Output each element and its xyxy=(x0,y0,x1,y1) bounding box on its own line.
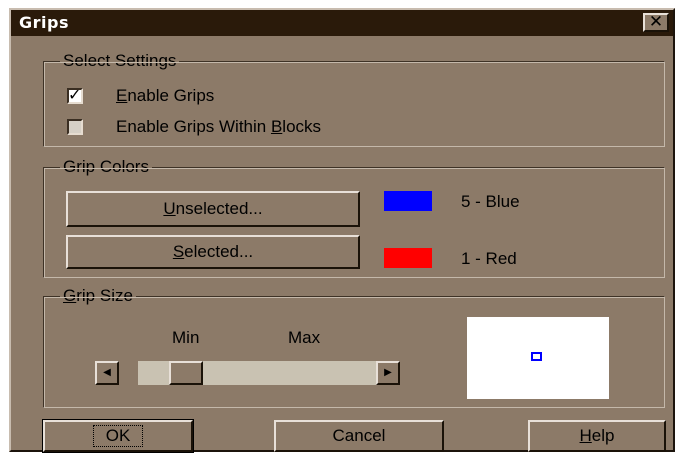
unselected-color-swatch xyxy=(384,191,432,211)
selected-color-button[interactable]: Selected... xyxy=(66,235,360,269)
unselected-button-label: Unselected... xyxy=(163,199,263,218)
selected-button-label: Selected... xyxy=(172,242,254,261)
cancel-button[interactable]: Cancel xyxy=(274,420,444,452)
ok-button-label: OK xyxy=(45,425,191,447)
enable-grips-label-rest: nable Grips xyxy=(127,86,215,105)
slider-min-label: Min xyxy=(172,328,200,347)
close-button[interactable]: ✕ xyxy=(643,12,669,32)
grip-size-preview xyxy=(467,317,609,399)
slider-max-label: Max xyxy=(288,328,321,347)
right-arrow-icon: ▶ xyxy=(384,367,392,378)
cancel-button-label: Cancel xyxy=(332,426,386,445)
slider-left-button[interactable]: ◀ xyxy=(95,361,119,385)
enable-grips-within-blocks-checkbox[interactable] xyxy=(67,119,83,135)
grip-preview-square xyxy=(531,352,542,361)
enable-grips-within-blocks-label[interactable]: Enable Grips Within Blocks xyxy=(116,117,321,137)
enable-grips-checkbox[interactable]: ✓ xyxy=(67,85,83,104)
slider-right-button[interactable]: ▶ xyxy=(376,361,400,385)
enable-grips-label[interactable]: Enable Grips xyxy=(116,86,214,106)
close-icon: ✕ xyxy=(648,12,664,32)
grip-colors-legend: Grip Colors xyxy=(60,157,152,177)
unselected-color-button[interactable]: Unselected... xyxy=(66,191,360,227)
ok-button[interactable]: OK xyxy=(42,419,194,453)
dialog-title: Grips xyxy=(19,13,69,32)
grip-size-legend: Grip Size xyxy=(60,286,136,306)
enable-grips-label-mnemonic: E xyxy=(116,86,128,105)
selected-color-swatch xyxy=(384,248,432,268)
left-arrow-icon: ◀ xyxy=(103,367,111,378)
ok-focus-label: OK xyxy=(92,425,144,447)
grip-size-slider-thumb[interactable] xyxy=(168,361,203,385)
help-button[interactable]: Help xyxy=(528,420,666,452)
select-settings-legend: Select Settings xyxy=(60,51,180,71)
selected-color-name: 1 - Red xyxy=(461,249,517,268)
title-bar[interactable]: Grips ✕ xyxy=(11,10,673,36)
checkmark-icon: ✓ xyxy=(68,85,82,104)
help-button-label: Help xyxy=(579,426,615,445)
unselected-color-name: 5 - Blue xyxy=(461,192,520,211)
